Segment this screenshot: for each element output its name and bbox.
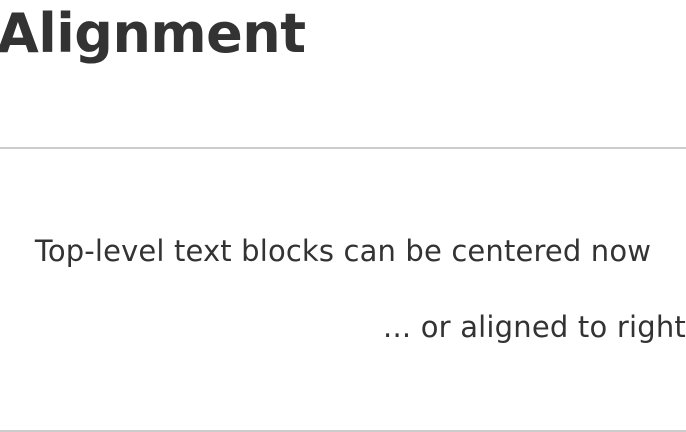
page-heading: Alignment <box>0 2 306 65</box>
right-aligned-text-block: ... or aligned to right <box>383 310 686 344</box>
horizontal-rule-top <box>0 147 686 149</box>
centered-text-block: Top-level text blocks can be centered no… <box>34 234 652 268</box>
